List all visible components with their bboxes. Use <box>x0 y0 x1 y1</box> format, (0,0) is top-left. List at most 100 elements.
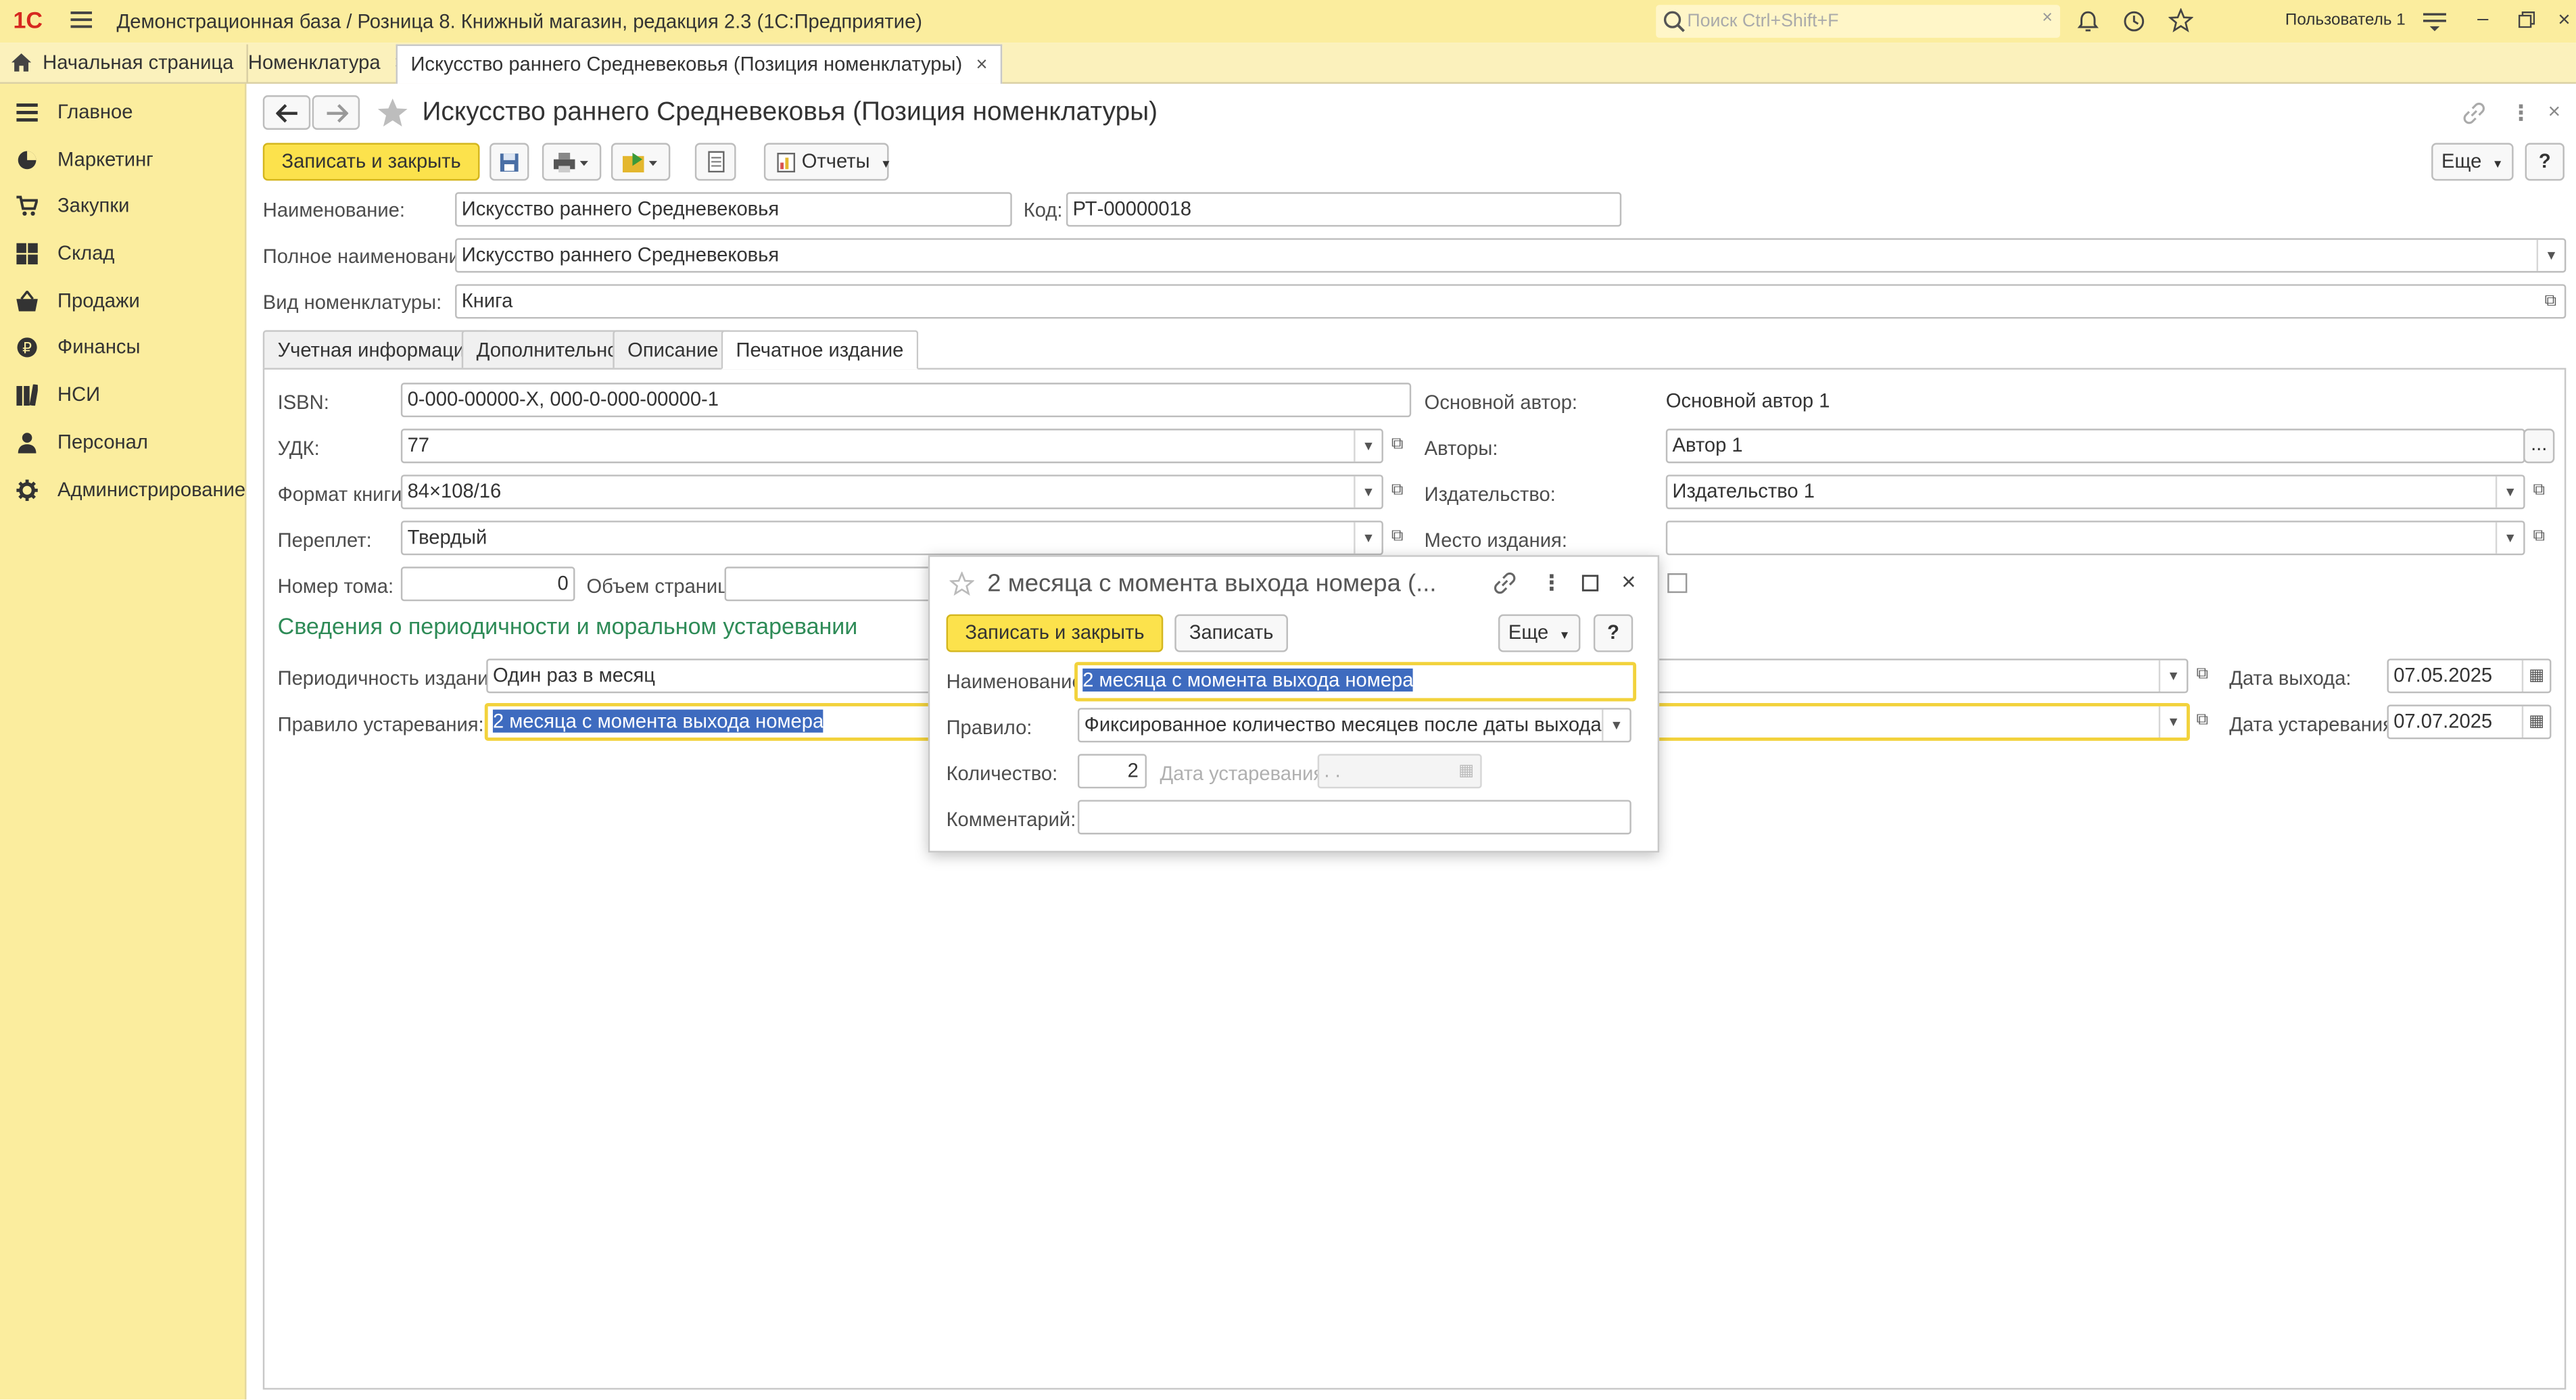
tab-print-edition[interactable]: Печатное издание <box>721 330 919 370</box>
document-button[interactable] <box>694 143 736 181</box>
dropdown-icon[interactable]: ▼ <box>2158 706 2187 738</box>
more-button[interactable]: Еще ▼ <box>2431 143 2514 181</box>
print-button[interactable] <box>542 143 602 181</box>
favorite-star-icon[interactable] <box>376 97 409 128</box>
publisher-field[interactable]: Издательство 1 ▼ <box>1665 475 2525 510</box>
main-author-value: Основной автор 1 <box>1665 389 1830 412</box>
isbn-field[interactable]: 0-000-00000-X, 000-0-000-00000-1 <box>400 383 1412 418</box>
dropdown-icon[interactable]: ▼ <box>2495 522 2523 554</box>
volume-field[interactable]: 0 <box>400 566 575 602</box>
maximize-icon[interactable] <box>1581 575 1599 592</box>
dialog-rule-field[interactable]: Фиксированное количество месяцев после д… <box>1077 708 1631 743</box>
minimize-icon[interactable]: – <box>2477 7 2488 30</box>
menu-icon[interactable] <box>70 10 93 30</box>
tab-nomenclature-label: Номенклатура <box>247 51 381 74</box>
list-icon <box>16 103 38 122</box>
folder-arrow-icon <box>622 152 657 173</box>
dialog-more-label: Еще <box>1508 621 1549 644</box>
dialog-qty-field[interactable]: 2 <box>1077 754 1147 789</box>
close-icon[interactable]: × <box>2558 7 2570 31</box>
restore-icon[interactable] <box>2518 11 2535 28</box>
search-box[interactable]: Поиск Ctrl+Shift+F × <box>1656 5 2060 38</box>
authors-field[interactable]: Автор 1 <box>1665 429 2525 464</box>
create-based-button[interactable] <box>611 143 671 181</box>
dialog-save-close-button[interactable]: Записать и закрыть <box>946 614 1164 652</box>
dropdown-icon[interactable]: ▼ <box>2495 476 2523 508</box>
dialog-save-button[interactable]: Записать <box>1174 614 1288 652</box>
close-tab-icon[interactable]: × <box>976 53 987 76</box>
history-icon[interactable] <box>2122 10 2145 33</box>
sidebar-item-admin[interactable]: Администрирование <box>0 466 246 512</box>
help-button[interactable]: ? <box>2525 143 2565 181</box>
open-icon[interactable]: ⧉ <box>2537 286 2565 317</box>
sidebar-item-purchases[interactable]: Закупки <box>0 183 246 228</box>
open-icon[interactable]: ⧉ <box>2188 704 2216 739</box>
open-icon[interactable]: ⧉ <box>1383 475 1411 509</box>
tab-home[interactable]: Начальная страница <box>0 44 249 82</box>
format-field[interactable]: 84×108/16 ▼ <box>400 475 1383 510</box>
calendar-icon[interactable]: ▦ <box>2521 660 2550 692</box>
link-icon[interactable] <box>2462 102 2485 125</box>
back-button[interactable] <box>262 95 311 130</box>
more-vert-icon[interactable]: ⋮ <box>1541 570 1563 596</box>
settings-icon[interactable] <box>2423 11 2446 32</box>
fullname-value: Искусство раннего Средневековья <box>461 243 780 266</box>
place-field[interactable]: ▼ <box>1665 521 2525 556</box>
dropdown-icon[interactable]: ▼ <box>1602 709 1629 741</box>
obsolete-date-field[interactable]: 07.07.2025 ▦ <box>2387 704 2552 740</box>
sidebar-item-marketing[interactable]: Маркетинг <box>0 137 246 183</box>
sidebar-item-warehouse[interactable]: Склад <box>0 230 246 276</box>
save-close-button[interactable]: Записать и закрыть <box>262 143 480 181</box>
close-form-icon[interactable]: × <box>2548 99 2560 123</box>
sidebar-item-nsi[interactable]: НСИ <box>0 371 246 417</box>
dropdown-icon[interactable]: ▼ <box>2536 239 2565 271</box>
kind-field[interactable]: Книга ⧉ <box>455 284 2567 319</box>
dialog-name-field[interactable]: 2 месяца с момента выхода номера <box>1074 662 1637 702</box>
udk-field[interactable]: 77 ▼ <box>400 429 1383 464</box>
open-icon[interactable]: ⧉ <box>1383 429 1411 463</box>
release-date-field[interactable]: 07.05.2025 ▦ <box>2387 658 2552 694</box>
close-icon[interactable]: × <box>1621 569 1636 596</box>
favorite-star-icon[interactable] <box>949 571 974 596</box>
dropdown-icon[interactable]: ▼ <box>1354 522 1381 554</box>
sidebar-item-main[interactable]: Главное <box>0 89 246 135</box>
dialog-rule-label: Правило: <box>946 716 1032 740</box>
user-name[interactable]: Пользователь 1 <box>2285 11 2406 30</box>
tab-item-label: Искусство раннего Средневековья (Позиция… <box>410 52 963 76</box>
dropdown-icon[interactable]: ▼ <box>2158 660 2187 692</box>
tab-additional[interactable]: Дополнительно <box>461 330 634 370</box>
pages-field[interactable] <box>724 566 938 602</box>
authors-select-button[interactable]: ... <box>2523 429 2555 464</box>
star-icon[interactable] <box>2168 8 2193 32</box>
open-icon[interactable]: ⧉ <box>2525 521 2553 555</box>
reports-button[interactable]: Отчеты ▼ <box>763 143 892 181</box>
checkbox[interactable] <box>1667 573 1688 594</box>
tab-nomenclature[interactable]: Номенклатура × <box>235 44 421 82</box>
tab-description[interactable]: Описание <box>613 330 734 370</box>
sidebar-item-personnel[interactable]: Персонал <box>0 419 246 465</box>
dialog-comment-field[interactable] <box>1077 800 1631 835</box>
sidebar-item-sales[interactable]: Продажи <box>0 278 246 324</box>
forward-button[interactable] <box>312 95 360 130</box>
dropdown-icon[interactable]: ▼ <box>1354 476 1381 508</box>
open-icon[interactable]: ⧉ <box>1383 521 1411 555</box>
dialog-help-button[interactable]: ? <box>1593 614 1633 652</box>
search-clear-icon[interactable]: × <box>2042 8 2053 28</box>
fullname-field[interactable]: Искусство раннего Средневековья ▼ <box>455 238 2567 273</box>
bell-icon[interactable] <box>2076 10 2099 33</box>
dialog-more-button[interactable]: Еще ▼ <box>1498 614 1581 652</box>
tab-accounting[interactable]: Учетная информация <box>262 330 490 370</box>
sidebar-item-finance[interactable]: ₽ Финансы <box>0 324 246 370</box>
code-field[interactable]: РТ-00000018 <box>1066 192 1622 227</box>
calendar-icon[interactable]: ▦ <box>2521 706 2550 738</box>
save-button[interactable] <box>490 143 529 181</box>
name-field[interactable]: Искусство раннего Средневековья <box>455 192 1012 227</box>
dropdown-icon[interactable]: ▼ <box>1354 430 1381 462</box>
search-input[interactable]: Поиск Ctrl+Shift+F <box>1687 11 1838 31</box>
link-icon[interactable] <box>1494 572 1517 595</box>
open-icon[interactable]: ⧉ <box>2525 475 2553 509</box>
open-icon[interactable]: ⧉ <box>2188 658 2216 693</box>
more-vert-icon[interactable]: ⋮ <box>2510 100 2532 126</box>
tab-item[interactable]: Искусство раннего Средневековья (Позиция… <box>396 44 1003 84</box>
binding-field[interactable]: Твердый ▼ <box>400 521 1383 556</box>
